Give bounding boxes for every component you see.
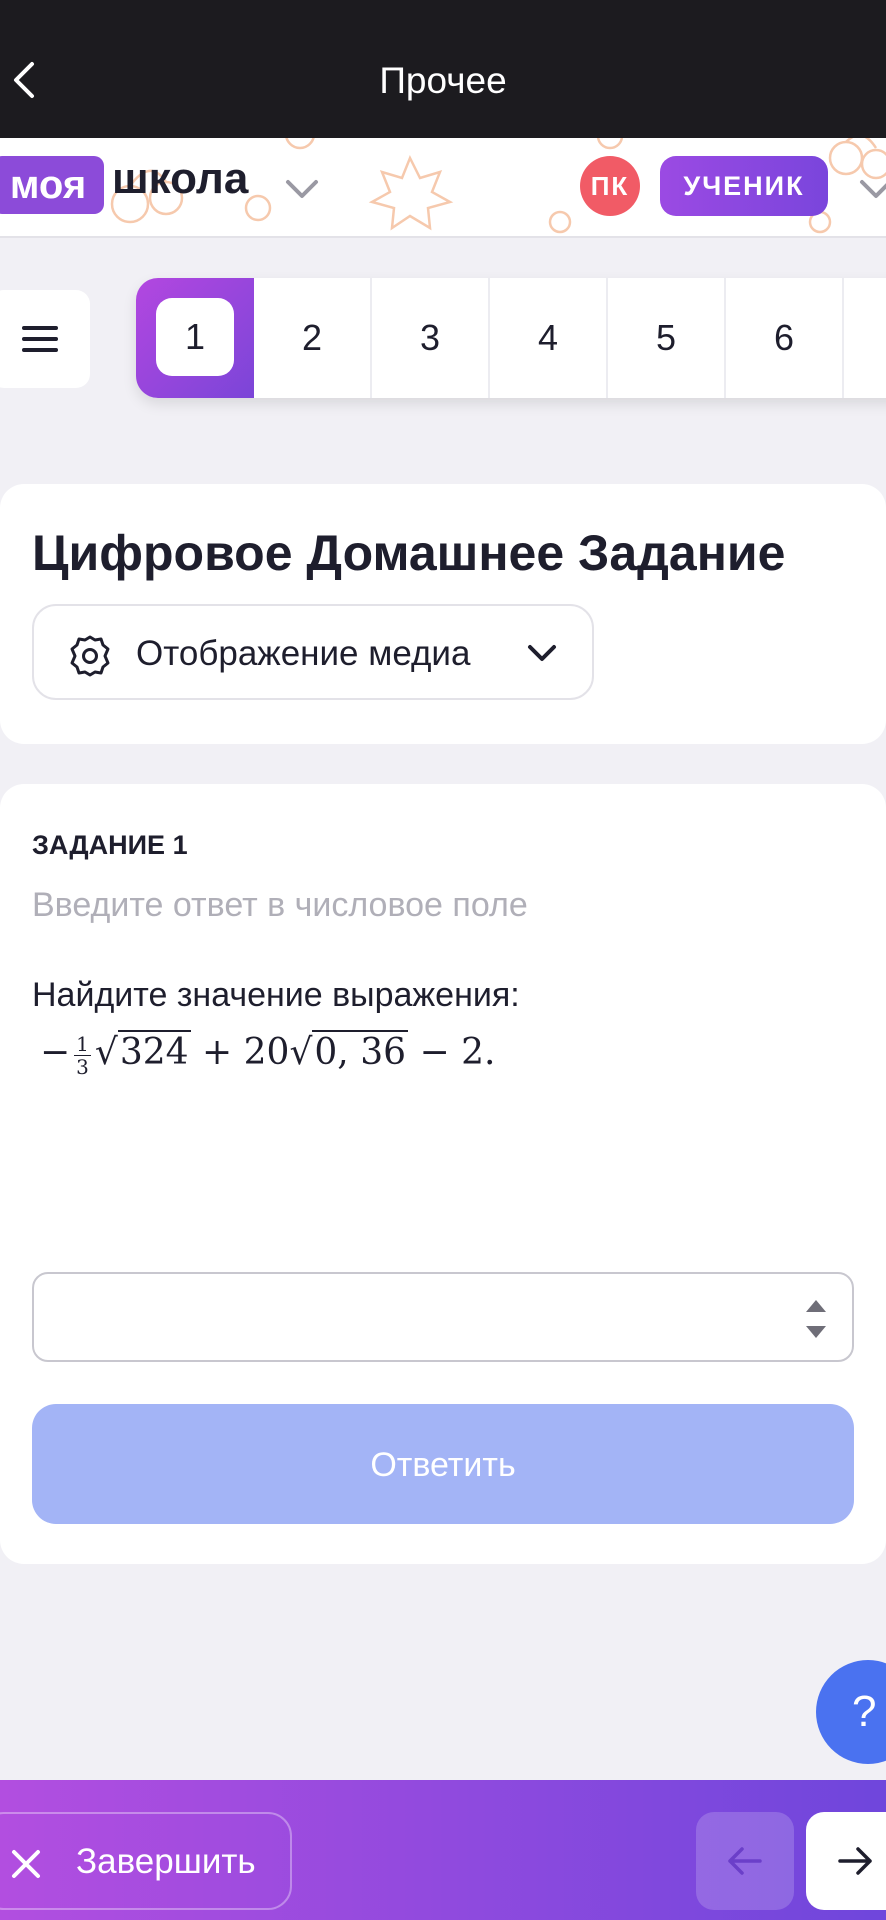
task-nav-item-6[interactable]: 6 bbox=[726, 278, 844, 398]
task-nav-item-1[interactable]: 1 bbox=[136, 278, 254, 398]
task-nav-item-3[interactable]: 3 bbox=[372, 278, 490, 398]
task-hint: Введите ответ в числовое поле bbox=[32, 886, 528, 924]
brand-header: моя школа ПК УЧЕНИК bbox=[0, 138, 886, 238]
number-stepper-icon[interactable] bbox=[792, 1292, 840, 1346]
task-navigation: 1 2 3 4 5 6 bbox=[136, 278, 886, 398]
media-display-label: Отображение медиа bbox=[136, 634, 471, 673]
next-task-button[interactable] bbox=[806, 1812, 886, 1910]
formula-minus: − bbox=[40, 1032, 71, 1073]
previous-task-button[interactable] bbox=[696, 1812, 794, 1910]
task-nav-item-2[interactable]: 2 bbox=[254, 278, 372, 398]
submit-answer-button[interactable]: Ответить bbox=[32, 1404, 854, 1524]
task-nav-item-more[interactable] bbox=[844, 278, 886, 398]
gear-icon bbox=[70, 635, 110, 677]
task-number-label: ЗАДАНИЕ 1 bbox=[32, 830, 188, 860]
role-badge[interactable]: УЧЕНИК bbox=[660, 156, 828, 216]
task-question: Найдите значение выражения: bbox=[32, 976, 520, 1014]
task-nav-item-5[interactable]: 5 bbox=[608, 278, 726, 398]
role-chevron-down-icon[interactable] bbox=[856, 178, 886, 202]
logo-text: школа bbox=[112, 154, 249, 203]
screen-title: Прочее bbox=[379, 60, 507, 101]
media-display-dropdown[interactable]: Отображение медиа bbox=[32, 604, 594, 700]
task-nav-item-label: 1 bbox=[156, 298, 234, 376]
top-app-bar: Прочее bbox=[0, 0, 886, 138]
help-button[interactable]: ? bbox=[816, 1660, 886, 1764]
arrow-left-icon bbox=[728, 1847, 762, 1875]
finish-label: Завершить bbox=[76, 1842, 256, 1881]
task-card: ЗАДАНИЕ 1 Введите ответ в числовое поле … bbox=[0, 784, 886, 1564]
square-root-1: √324 bbox=[94, 1030, 191, 1073]
formula-middle: + 20 bbox=[202, 1032, 290, 1073]
logo-pill: моя bbox=[0, 156, 104, 214]
fraction-denominator: 3 bbox=[76, 1054, 89, 1079]
finish-button[interactable]: Завершить bbox=[0, 1812, 292, 1910]
radicand-2: 0, 36 bbox=[312, 1030, 409, 1073]
radicand-1: 324 bbox=[117, 1030, 191, 1073]
answer-input[interactable] bbox=[52, 1290, 796, 1346]
task-nav-item-4[interactable]: 4 bbox=[490, 278, 608, 398]
fraction: 13 bbox=[74, 1033, 91, 1078]
close-icon bbox=[12, 1850, 40, 1878]
chevron-down-icon bbox=[528, 645, 556, 661]
bottom-action-bar: Завершить bbox=[0, 1780, 886, 1920]
answer-field[interactable] bbox=[32, 1272, 854, 1362]
square-root-2: √0, 36 bbox=[289, 1030, 409, 1073]
formula-tail: − 2. bbox=[419, 1032, 496, 1073]
hamburger-icon bbox=[22, 326, 58, 352]
chevron-down-icon[interactable] bbox=[282, 176, 322, 202]
math-expression: −1 3 √324 + 20√0, 36 − 2. bbox=[40, 1030, 496, 1078]
arrow-right-icon bbox=[838, 1847, 872, 1875]
menu-button[interactable] bbox=[0, 290, 90, 388]
homework-header-card: Цифровое Домашнее Задание Отображение ме… bbox=[0, 484, 886, 744]
page-title: Цифровое Домашнее Задание bbox=[32, 525, 786, 581]
fraction-numerator: 1 bbox=[74, 1031, 91, 1056]
user-avatar[interactable]: ПК bbox=[580, 156, 640, 216]
